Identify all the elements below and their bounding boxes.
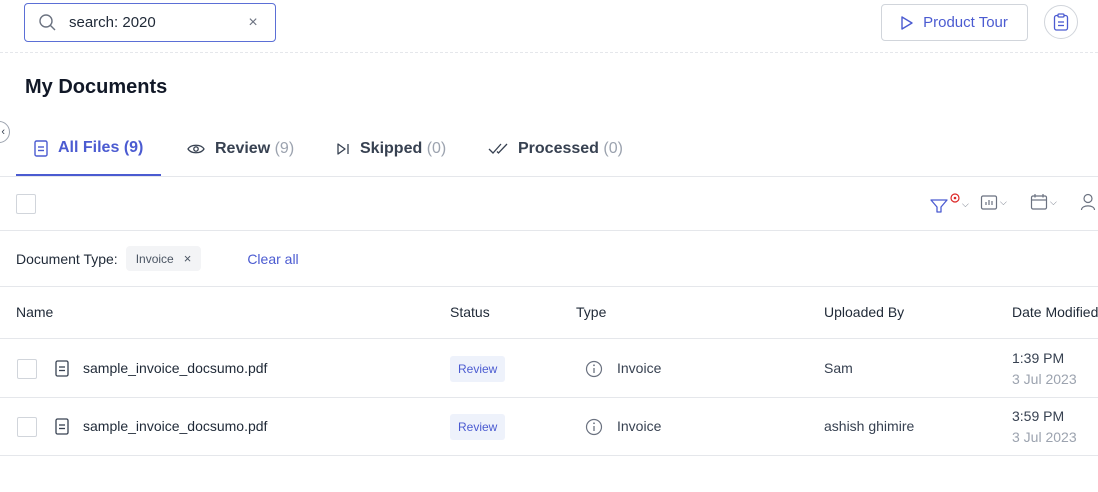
file-text-icon — [34, 139, 48, 157]
tab-label: Processed — [518, 140, 599, 157]
column-header-status[interactable]: Status — [450, 304, 490, 320]
column-header-type[interactable]: Type — [576, 304, 606, 320]
tab-count: (0) — [426, 140, 447, 157]
filter-icon — [930, 193, 960, 213]
search-icon — [39, 14, 56, 31]
modified-date: 3 Jul 2023 — [1012, 429, 1077, 445]
tab-label: Skipped — [360, 140, 423, 157]
tab-count: (9) — [123, 139, 144, 156]
tab-bar: All Files (9) Review (9) Skipped (0) Pro… — [0, 122, 1098, 177]
filter-label: Document Type: — [16, 250, 118, 267]
tab-count: (9) — [274, 140, 295, 157]
tab-processed[interactable]: Processed (0) — [488, 122, 623, 176]
column-header-name[interactable]: Name — [16, 304, 53, 320]
tab-all-files[interactable]: All Files (9) — [16, 122, 162, 176]
product-tour-label: Product Tour — [923, 14, 1008, 31]
active-filters-bar: Document Type: Invoice × Clear all — [0, 231, 1098, 287]
filter-button[interactable]: ⌵ — [930, 193, 969, 215]
tab-label: Review — [215, 140, 271, 157]
filter-chip-label: Invoice — [135, 251, 174, 266]
file-name-link[interactable]: sample_invoice_docsumo.pdf — [83, 418, 267, 434]
tab-count: (0) — [603, 140, 623, 157]
row-checkbox[interactable] — [17, 359, 37, 379]
list-toolbar: ⌵ ⌵ ⌵ — [0, 177, 1098, 231]
filter-chip-invoice: Invoice × — [125, 246, 202, 271]
column-header-uploaded-by[interactable]: Uploaded By — [824, 304, 904, 320]
clipboard-icon — [1053, 13, 1069, 31]
chart-view-button[interactable]: ⌵ — [980, 193, 1007, 211]
search-value: search: 2020 — [69, 14, 156, 31]
calendar-icon — [1030, 194, 1048, 210]
date-filter-button[interactable]: ⌵ — [1030, 193, 1057, 211]
chevron-down-icon: ⌵ — [962, 198, 969, 209]
double-check-icon — [488, 143, 508, 154]
modified-date: 3 Jul 2023 — [1012, 371, 1077, 387]
clipboard-button[interactable] — [1044, 5, 1078, 39]
status-badge: Review — [450, 356, 506, 382]
select-all-checkbox[interactable] — [16, 194, 36, 214]
chart-icon — [980, 195, 998, 210]
document-icon — [55, 360, 69, 377]
table-header: Name Status Type Uploaded By Date Modifi… — [0, 287, 1098, 339]
document-type: Invoice — [617, 418, 662, 434]
document-icon — [55, 418, 69, 435]
modified-time: 1:39 PM — [1012, 350, 1065, 366]
page-title: My Documents — [25, 76, 168, 98]
product-tour-button[interactable]: Product Tour — [881, 4, 1028, 41]
column-header-date-modified[interactable]: Date Modified — [1012, 304, 1098, 320]
chevron-down-icon: ⌵ — [1050, 196, 1057, 207]
top-bar: search: 2020 × Product Tour — [0, 0, 1098, 53]
table-row[interactable]: sample_invoice_docsumo.pdf Review Invoic… — [0, 340, 1098, 398]
chevron-down-icon: ⌵ — [1000, 196, 1007, 207]
table-row[interactable]: sample_invoice_docsumo.pdf Review Invoic… — [0, 398, 1098, 456]
row-checkbox[interactable] — [17, 417, 37, 437]
search-input[interactable]: search: 2020 × — [24, 3, 276, 42]
modified-time: 3:59 PM — [1012, 408, 1065, 424]
remove-filter-icon[interactable]: × — [184, 251, 192, 266]
tab-label: All Files — [58, 139, 120, 156]
status-badge: Review — [450, 414, 506, 440]
clear-search-icon[interactable]: × — [239, 14, 267, 32]
uploaded-by: Sam — [824, 360, 853, 376]
user-icon — [1080, 193, 1096, 211]
tab-review[interactable]: Review (9) — [187, 122, 294, 176]
info-icon[interactable] — [585, 418, 603, 436]
info-icon[interactable] — [585, 360, 603, 378]
file-name-link[interactable]: sample_invoice_docsumo.pdf — [83, 360, 267, 376]
clear-all-link[interactable]: Clear all — [247, 251, 298, 267]
play-icon — [901, 15, 913, 30]
document-type: Invoice — [617, 360, 662, 376]
uploaded-by: ashish ghimire — [824, 418, 915, 434]
tab-skipped[interactable]: Skipped (0) — [336, 122, 446, 176]
eye-icon — [187, 144, 205, 154]
user-filter-button[interactable] — [1080, 193, 1096, 211]
skip-icon — [337, 143, 349, 155]
